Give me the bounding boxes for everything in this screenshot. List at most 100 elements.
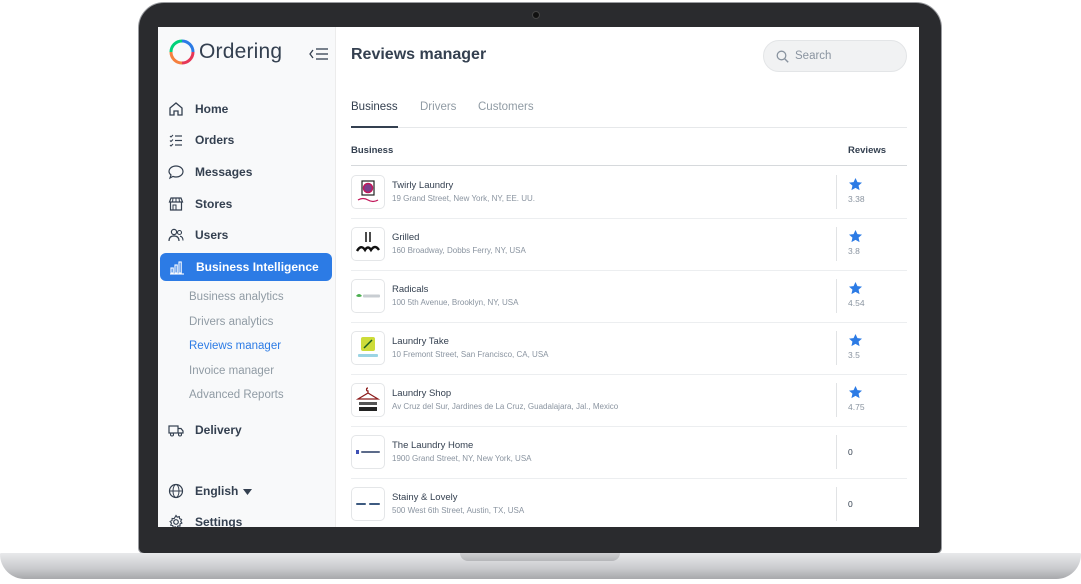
sidebar-item-label: Stores <box>195 197 233 211</box>
app-screen: Ordering Home Orders Messages Stores Use… <box>158 27 919 527</box>
business-name: Radicals <box>392 284 429 295</box>
review-rating: 3.5 <box>848 350 860 360</box>
tab-customers[interactable]: Customers <box>478 101 534 113</box>
language-selector[interactable]: English <box>158 477 332 505</box>
column-divider <box>836 227 837 261</box>
list-icon <box>168 132 184 148</box>
column-divider <box>836 331 837 365</box>
sidebar-item-label: Delivery <box>195 423 242 437</box>
review-rating: 3.8 <box>848 246 860 256</box>
sidebar-item-users[interactable]: Users <box>158 221 332 249</box>
business-name: Stainy & Lovely <box>392 492 458 503</box>
sidebar-item-messages[interactable]: Messages <box>158 158 332 186</box>
business-address: 10 Fremont Street, San Francisco, CA, US… <box>392 350 549 359</box>
sidebar-item-delivery[interactable]: Delivery <box>158 416 332 444</box>
sidebar-item-business-intelligence[interactable]: Business Intelligence <box>160 253 332 281</box>
sidebar-subitem-reviews-manager[interactable]: Reviews manager <box>189 340 281 352</box>
star-icon <box>849 385 862 399</box>
sidebar-subitem-advanced-reports[interactable]: Advanced Reports <box>189 389 284 401</box>
sidebar: Ordering Home Orders Messages Stores Use… <box>158 27 336 527</box>
sidebar-item-label: Settings <box>195 515 243 527</box>
table-row[interactable]: Grilled 160 Broadway, Dobbs Ferry, NY, U… <box>351 219 907 271</box>
brand-name: Ordering <box>199 40 283 63</box>
column-divider <box>836 175 837 209</box>
table-row[interactable]: Stainy & Lovely 500 West 6th Street, Aus… <box>351 479 907 527</box>
sidebar-item-label: Messages <box>195 165 253 179</box>
business-logo <box>351 175 385 209</box>
star-icon <box>849 281 862 295</box>
column-header-reviews: Reviews <box>848 145 887 156</box>
star-icon <box>849 229 862 243</box>
tab-bar: Business Drivers Customers <box>351 99 907 128</box>
home-icon <box>168 101 184 117</box>
business-name: Laundry Shop <box>392 388 452 399</box>
globe-icon <box>168 483 184 499</box>
shop-icon <box>168 196 184 212</box>
search-box[interactable] <box>763 40 907 72</box>
tab-drivers[interactable]: Drivers <box>420 101 456 113</box>
business-name: The Laundry Home <box>392 440 474 451</box>
truck-icon <box>168 422 184 438</box>
chat-icon <box>168 164 184 180</box>
collapse-sidebar-icon[interactable] <box>309 47 329 61</box>
sidebar-subitem-invoice-manager[interactable]: Invoice manager <box>189 365 274 377</box>
review-rating: 0 <box>848 447 853 457</box>
business-name: Twirly Laundry <box>392 180 454 191</box>
caret-down-icon <box>243 484 253 498</box>
active-tab-indicator <box>351 126 398 128</box>
sidebar-item-orders[interactable]: Orders <box>158 126 332 154</box>
business-address: 500 West 6th Street, Austin, TX, USA <box>392 506 525 515</box>
business-name: Laundry Take <box>392 336 449 347</box>
sidebar-item-home[interactable]: Home <box>158 95 332 123</box>
brand[interactable]: Ordering <box>169 39 282 65</box>
business-address: 19 Grand Street, New York, NY, EE. UU. <box>392 194 536 203</box>
sidebar-item-label: Users <box>195 228 229 242</box>
business-address: 160 Broadway, Dobbs Ferry, NY, USA <box>392 246 526 255</box>
camera <box>532 11 540 19</box>
business-logo <box>351 487 385 521</box>
sidebar-item-label: Orders <box>195 133 235 147</box>
table-row[interactable]: Laundry Shop Av Cruz del Sur, Jardines d… <box>351 375 907 427</box>
column-header-business: Business <box>351 145 394 156</box>
search-input[interactable] <box>795 50 895 62</box>
main-content: Reviews manager Business Drivers Custome… <box>336 27 919 527</box>
sidebar-item-settings[interactable]: Settings <box>158 508 332 527</box>
business-logo <box>351 279 385 313</box>
business-logo <box>351 383 385 417</box>
business-address: Av Cruz del Sur, Jardines de La Cruz, Gu… <box>392 402 619 411</box>
business-address: 1900 Grand Street, NY, New York, USA <box>392 454 532 463</box>
review-rating: 4.54 <box>848 298 865 308</box>
sidebar-item-label: Home <box>195 102 229 116</box>
table-row[interactable]: Radicals 100 5th Avenue, Brooklyn, NY, U… <box>351 271 907 323</box>
table-header-divider <box>351 165 907 166</box>
sidebar-item-label: Business Intelligence <box>196 260 319 274</box>
business-logo <box>351 435 385 469</box>
search-icon <box>776 50 789 63</box>
column-divider <box>836 383 837 417</box>
sidebar-subitem-drivers-analytics[interactable]: Drivers analytics <box>189 316 273 328</box>
column-divider <box>836 487 837 521</box>
ordering-logo-icon <box>169 39 195 65</box>
page-title: Reviews manager <box>351 46 487 63</box>
business-name: Grilled <box>392 232 420 243</box>
table-row[interactable]: The Laundry Home 1900 Grand Street, NY, … <box>351 427 907 479</box>
business-address: 100 5th Avenue, Brooklyn, NY, USA <box>392 298 519 307</box>
language-label: English <box>195 484 239 498</box>
business-logo <box>351 331 385 365</box>
review-rating: 0 <box>848 499 853 509</box>
review-rating: 4.75 <box>848 402 865 412</box>
star-icon <box>849 333 862 347</box>
star-icon <box>849 177 862 191</box>
laptop-notch <box>460 553 620 561</box>
sidebar-item-stores[interactable]: Stores <box>158 190 332 218</box>
business-logo <box>351 227 385 261</box>
sidebar-subitem-business-analytics[interactable]: Business analytics <box>189 291 284 303</box>
table-row[interactable]: Twirly Laundry 19 Grand Street, New York… <box>351 167 907 219</box>
tab-business[interactable]: Business <box>351 101 398 113</box>
review-rating: 3.38 <box>848 194 865 204</box>
column-divider <box>836 435 837 469</box>
column-divider <box>836 279 837 313</box>
gear-icon <box>168 514 184 527</box>
bar-chart-icon <box>169 259 185 275</box>
table-row[interactable]: Laundry Take 10 Fremont Street, San Fran… <box>351 323 907 375</box>
